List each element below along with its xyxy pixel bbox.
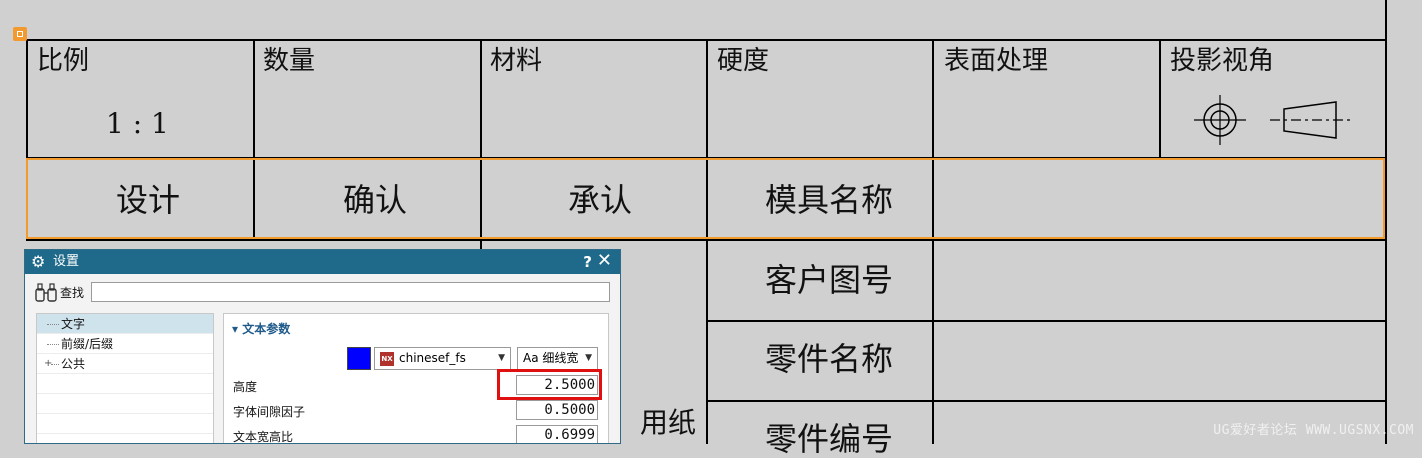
tree-item-label: 前缀/后缀 xyxy=(61,337,114,351)
tree-item-label: 文字 xyxy=(61,317,86,331)
part-number-label: 零件编号 xyxy=(765,420,894,458)
header-scale-label: 比例 xyxy=(37,46,90,76)
dialog-title: 设置 xyxy=(53,254,80,269)
gear-icon: ⚙ xyxy=(31,252,46,271)
find-label: 查找 xyxy=(60,286,85,300)
height-label: 高度 xyxy=(233,380,258,394)
aspect-ratio-input[interactable]: 0.6999 xyxy=(516,425,598,443)
font-style-select[interactable]: Aa 细线宽 ▼ xyxy=(517,347,598,370)
tree-empty-row xyxy=(37,434,213,443)
border-line xyxy=(1385,0,1387,444)
header-surface-label: 表面处理 xyxy=(944,46,1049,76)
collapse-icon: ▾ xyxy=(232,322,243,336)
text-color-swatch[interactable] xyxy=(347,347,371,370)
watermark: UG爱好者论坛 WWW.UGSNX.COM xyxy=(1213,423,1414,438)
char-spacing-label: 字体间隙因子 xyxy=(233,405,306,419)
part-name-label: 零件名称 xyxy=(765,340,894,378)
tree-empty-row xyxy=(37,374,213,394)
border-line xyxy=(932,39,934,444)
header-projection-label: 投影视角 xyxy=(1170,46,1275,76)
header-hardness-label: 硬度 xyxy=(717,46,770,76)
aspect-ratio-label: 文本宽高比 xyxy=(233,430,294,444)
header-material-label: 材料 xyxy=(490,46,543,76)
tree-empty-row xyxy=(37,394,213,414)
font-select-value: chinesef_fs xyxy=(399,351,466,365)
section-header-text-params[interactable]: ▾ 文本参数 xyxy=(232,320,290,337)
settings-dialog[interactable]: ⚙ 设置 ? ✕ 查找 文字 前缀/后缀 + 公共 ▾ 文本参数 NX chin… xyxy=(24,249,621,444)
border-line xyxy=(707,320,1387,322)
tree-item-label: 公共 xyxy=(61,357,86,371)
nx-font-icon: NX xyxy=(380,352,394,366)
highlight-box xyxy=(497,369,602,400)
chevron-down-icon: ▼ xyxy=(585,353,592,363)
tree-connector xyxy=(47,344,59,345)
settings-tree[interactable]: 文字 前缀/后缀 + 公共 xyxy=(36,313,214,443)
tree-empty-row xyxy=(37,414,213,434)
binoculars-icon xyxy=(35,283,57,302)
dialog-title-bar[interactable]: ⚙ 设置 ? ✕ xyxy=(25,250,620,274)
header-quantity-label: 数量 xyxy=(263,46,316,76)
tree-item-prefix-suffix[interactable]: 前缀/后缀 xyxy=(37,334,213,354)
tree-connector xyxy=(47,324,59,325)
projection-angle-icon xyxy=(1194,95,1354,145)
selected-row-highlight[interactable] xyxy=(26,158,1385,239)
tree-item-common[interactable]: + 公共 xyxy=(37,354,213,374)
paper-label: 用纸 xyxy=(640,406,697,439)
customer-drawing-no-label: 客户图号 xyxy=(765,261,894,299)
font-select[interactable]: NX chinesef_fs ▼ xyxy=(374,347,511,370)
char-spacing-input[interactable]: 0.5000 xyxy=(516,400,598,420)
chevron-down-icon: ▼ xyxy=(498,353,505,363)
help-button[interactable]: ? xyxy=(583,251,592,273)
close-button[interactable]: ✕ xyxy=(597,250,612,272)
border-line xyxy=(1159,39,1161,158)
find-input[interactable] xyxy=(91,282,610,302)
tree-connector xyxy=(51,364,59,365)
scale-value: 1 : 1 xyxy=(106,107,169,140)
anchor-icon[interactable] xyxy=(13,27,27,41)
border-line xyxy=(706,39,708,444)
font-style-value: Aa 细线宽 xyxy=(523,351,579,365)
section-title: 文本参数 xyxy=(242,322,291,336)
border-line xyxy=(707,400,1387,402)
tree-item-text[interactable]: 文字 xyxy=(37,314,213,334)
